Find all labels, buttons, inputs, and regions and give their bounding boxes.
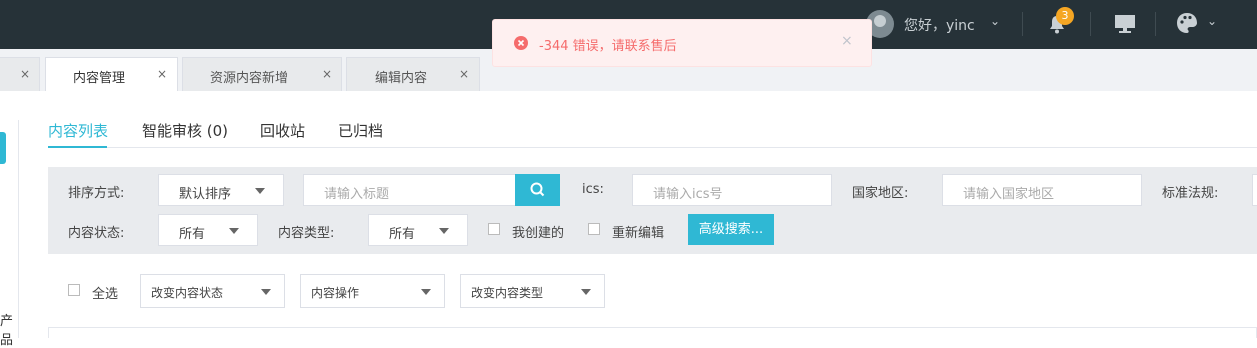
divider	[1022, 12, 1023, 36]
ics-input[interactable]: 请输入ics号	[632, 174, 832, 206]
sort-value: 默认排序	[179, 187, 232, 202]
ics-placeholder: 请输入ics号	[653, 187, 723, 202]
status-label: 内容状态:	[68, 226, 125, 241]
content-table	[48, 327, 1257, 338]
standard-label: 标准法规:	[1162, 186, 1219, 201]
select-all-checkbox[interactable]	[68, 284, 80, 296]
error-icon	[514, 36, 528, 50]
mine-checkbox[interactable]	[488, 223, 500, 235]
content-ops-value: 内容操作	[311, 286, 360, 300]
side-panel-edge: 产品	[0, 120, 19, 348]
caret-down-icon	[261, 289, 271, 295]
tab-edit-content[interactable]: 编辑内容 ×	[346, 57, 480, 91]
type-label: 内容类型:	[278, 226, 335, 241]
caret-down-icon	[581, 289, 591, 295]
tab-label: 内容管理	[73, 71, 126, 86]
side-item-label[interactable]: 产品	[0, 310, 18, 348]
tab-label: 资源内容新增	[210, 71, 289, 86]
content-ops-select[interactable]: 内容操作	[300, 274, 445, 308]
title-search-input[interactable]: 请输入标题	[303, 174, 516, 206]
chevron-down-icon[interactable]: ⌄	[1207, 14, 1217, 28]
caret-down-icon	[421, 289, 431, 295]
caret-down-icon	[439, 228, 449, 234]
close-icon[interactable]: ×	[841, 33, 853, 49]
monitor-icon[interactable]	[1114, 14, 1136, 34]
notification-badge: 3	[1056, 7, 1074, 25]
select-all-label: 全选	[92, 287, 119, 302]
mine-label: 我创建的	[512, 226, 565, 241]
tab-smart-review[interactable]: 智能审核 (0)	[142, 120, 228, 141]
country-input[interactable]: 请输入国家地区	[942, 174, 1142, 206]
error-toast: -344 错误，请联系售后 ×	[492, 19, 872, 67]
title-placeholder: 请输入标题	[324, 187, 390, 202]
standard-input[interactable]	[1252, 174, 1257, 206]
toast-message: -344 错误，请联系售后	[539, 39, 677, 54]
subtabs-divider	[48, 147, 1257, 148]
tab-archived[interactable]: 已归档	[338, 120, 383, 141]
caret-down-icon	[229, 228, 239, 234]
country-label: 国家地区:	[852, 186, 909, 201]
reedit-checkbox[interactable]	[588, 223, 600, 235]
divider	[1090, 12, 1091, 36]
change-status-select[interactable]: 改变内容状态	[140, 274, 285, 308]
status-value: 所有	[179, 227, 206, 242]
close-icon[interactable]: ×	[157, 67, 167, 81]
tab-label: 编辑内容	[375, 71, 428, 86]
divider	[1155, 12, 1156, 36]
caret-down-icon	[255, 188, 265, 194]
country-placeholder: 请输入国家地区	[963, 187, 1055, 202]
tab-content-management[interactable]: 内容管理 ×	[45, 57, 178, 91]
advanced-search-button[interactable]: 高级搜索...	[688, 214, 774, 245]
active-tab-underline	[48, 146, 107, 148]
chevron-down-icon[interactable]: ⌄	[990, 14, 1000, 28]
close-icon[interactable]: ×	[459, 67, 469, 81]
search-button[interactable]	[515, 174, 560, 206]
palette-icon[interactable]	[1176, 12, 1198, 34]
tab-resource-add[interactable]: 资源内容新增 ×	[182, 57, 342, 91]
type-value: 所有	[389, 227, 416, 242]
change-status-value: 改变内容状态	[151, 286, 224, 300]
change-type-select[interactable]: 改变内容类型	[460, 274, 605, 308]
status-select[interactable]: 所有	[158, 214, 258, 246]
close-icon[interactable]: ×	[322, 67, 332, 81]
ics-label: ics:	[582, 182, 604, 197]
user-greeting[interactable]: 您好，yinc	[904, 15, 975, 35]
side-active-indicator[interactable]	[0, 132, 6, 164]
sort-label: 排序方式:	[68, 186, 125, 201]
search-icon	[530, 182, 545, 197]
reedit-label: 重新编辑	[612, 226, 665, 241]
sort-select[interactable]: 默认排序	[158, 174, 284, 206]
tab-previous[interactable]: ×	[0, 57, 40, 91]
close-icon[interactable]: ×	[20, 67, 30, 81]
type-select[interactable]: 所有	[368, 214, 468, 246]
change-type-value: 改变内容类型	[471, 286, 544, 300]
tab-content-list[interactable]: 内容列表	[48, 120, 108, 141]
tab-recycle-bin[interactable]: 回收站	[260, 120, 305, 141]
